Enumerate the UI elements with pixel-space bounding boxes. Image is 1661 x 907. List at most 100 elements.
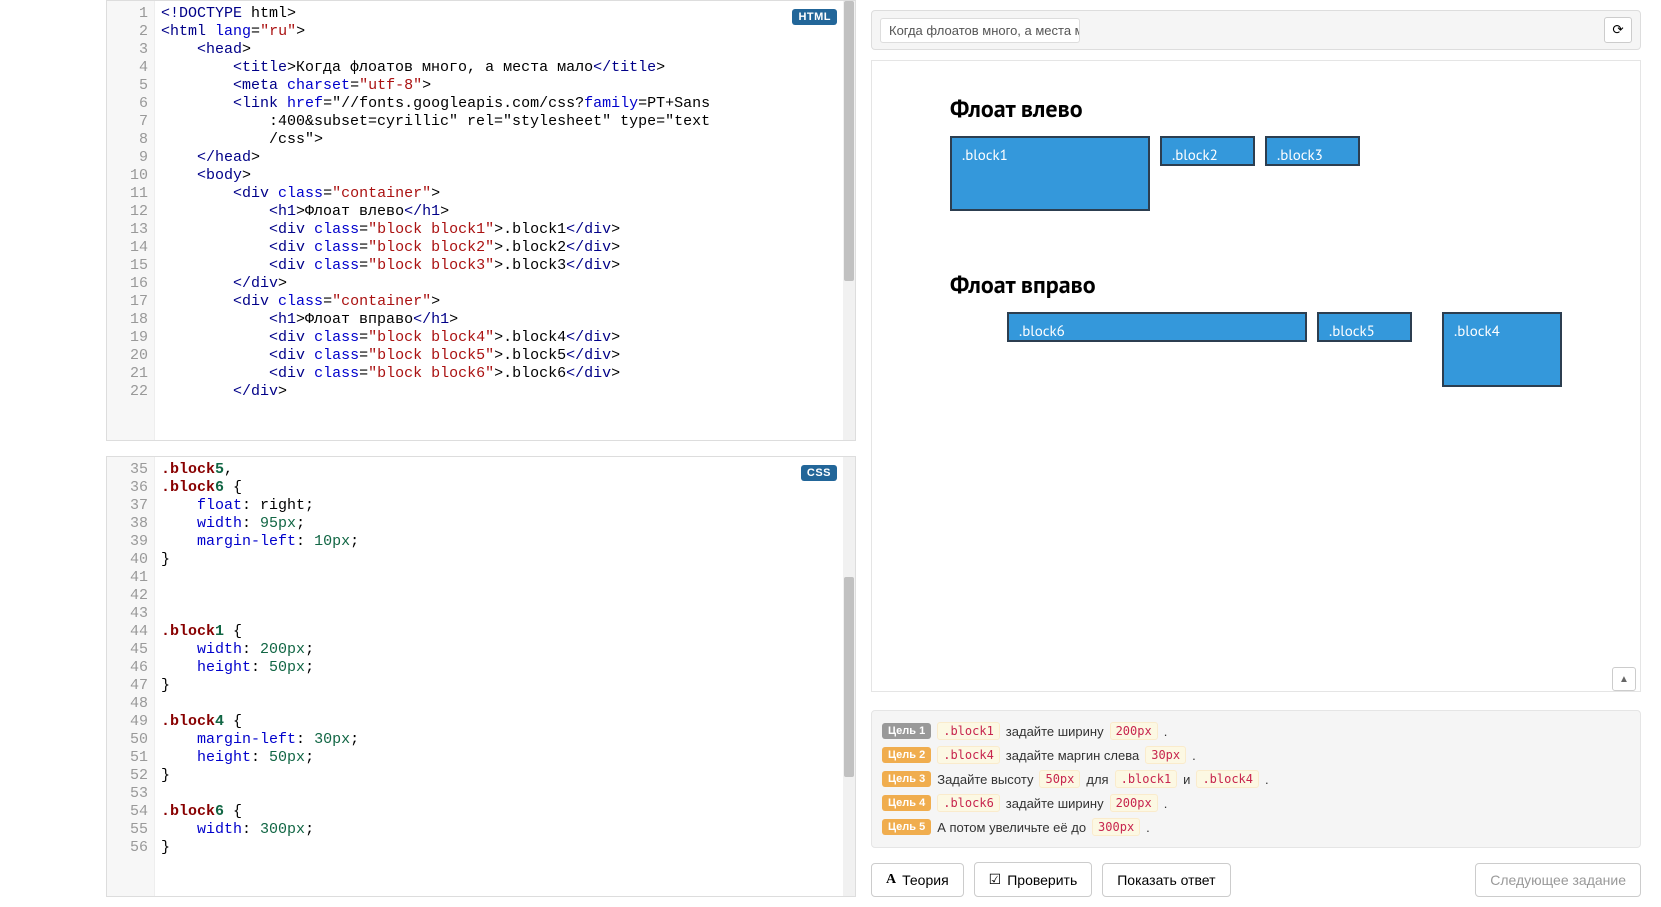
code-line[interactable]: <head> xyxy=(161,41,849,59)
code-line[interactable]: .block1 { xyxy=(161,623,849,641)
code-line[interactable]: :400&subset=cyrillic" rel="stylesheet" t… xyxy=(161,113,849,131)
html-editor[interactable]: HTML 12345678910111213141516171819202122… xyxy=(106,0,856,441)
css-editor[interactable]: CSS 353637383940414243444546474849505152… xyxy=(106,456,856,897)
goal-badge: Цель 2 xyxy=(882,747,931,763)
goal-row: Цель 4.block6 задайте ширину 200px. xyxy=(882,791,1630,815)
code-line[interactable]: </head> xyxy=(161,149,849,167)
code-line[interactable]: <div class="block block1">.block1</div> xyxy=(161,221,849,239)
preview-container: Флоат вправо.block4.block5.block6 xyxy=(932,257,1580,413)
code-line[interactable]: width: 300px; xyxy=(161,821,849,839)
code-pill: 200px xyxy=(1110,794,1158,812)
code-line[interactable]: </div> xyxy=(161,383,849,401)
goal-text: . xyxy=(1192,748,1196,763)
preview-pane: Флоат влево.block1.block2.block3 Флоат вп… xyxy=(871,60,1641,692)
goal-badge: Цель 1 xyxy=(882,723,931,739)
code-line[interactable]: height: 50px; xyxy=(161,749,849,767)
goal-text: задайте ширину xyxy=(1006,796,1104,811)
show-answer-label: Показать ответ xyxy=(1117,872,1215,888)
goal-text: Задайте высоту xyxy=(937,772,1033,787)
footer-toolbar: A Теория ☑ Проверить Показать ответ След… xyxy=(871,862,1641,897)
code-pill: 200px xyxy=(1110,722,1158,740)
preview-block: .block1 xyxy=(950,136,1150,211)
code-line[interactable]: <h1>Флоат вправо</h1> xyxy=(161,311,849,329)
preview-block: .block3 xyxy=(1265,136,1360,166)
code-line[interactable]: float: right; xyxy=(161,497,849,515)
code-line[interactable] xyxy=(161,695,849,713)
goal-badge: Цель 3 xyxy=(882,771,931,787)
code-line[interactable]: <div class="container"> xyxy=(161,185,849,203)
css-gutter: 3536373839404142434445464748495051525354… xyxy=(107,457,155,896)
code-line[interactable]: .block4 { xyxy=(161,713,849,731)
code-line[interactable] xyxy=(161,569,849,587)
goal-row: Цель 5 А потом увеличьте её до 300px. xyxy=(882,815,1630,839)
goal-row: Цель 2 .block4 задайте маргин слева 30px. xyxy=(882,743,1630,767)
code-line[interactable]: <link href="//fonts.googleapis.com/css?f… xyxy=(161,95,849,113)
font-icon: A xyxy=(886,872,896,888)
code-line[interactable]: <html lang="ru"> xyxy=(161,23,849,41)
code-line[interactable]: <div class="container"> xyxy=(161,293,849,311)
code-line[interactable]: } xyxy=(161,767,849,785)
code-line[interactable]: margin-left: 30px; xyxy=(161,731,849,749)
show-answer-button[interactable]: Показать ответ xyxy=(1102,863,1230,897)
code-line[interactable]: <div class="block block2">.block2</div> xyxy=(161,239,849,257)
scrollbar[interactable] xyxy=(843,1,855,440)
check-label: Проверить xyxy=(1007,872,1077,888)
goals-panel: Цель 1.block1 задайте ширину 200px.Цель … xyxy=(871,710,1641,848)
code-pill: .block4 xyxy=(937,746,1000,764)
code-line[interactable]: <div class="block block5">.block5</div> xyxy=(161,347,849,365)
code-line[interactable]: width: 95px; xyxy=(161,515,849,533)
code-line[interactable]: height: 50px; xyxy=(161,659,849,677)
css-code[interactable]: .block5,.block6 { float: right; width: 9… xyxy=(155,457,855,896)
code-line[interactable]: .block5, xyxy=(161,461,849,479)
html-badge: HTML xyxy=(792,9,837,25)
code-pill: 30px xyxy=(1145,746,1186,764)
code-line[interactable]: } xyxy=(161,677,849,695)
code-line[interactable]: <div class="block block4">.block4</div> xyxy=(161,329,849,347)
goal-row: Цель 1.block1 задайте ширину 200px. xyxy=(882,719,1630,743)
code-line[interactable]: <title>Когда флоатов много, а места мало… xyxy=(161,59,849,77)
css-badge: CSS xyxy=(801,465,837,481)
code-line[interactable]: <div class="block block3">.block3</div> xyxy=(161,257,849,275)
refresh-button[interactable]: ⟳ xyxy=(1604,17,1632,43)
goal-text: задайте маргин слева xyxy=(1006,748,1139,763)
goal-text: А потом увеличьте её до xyxy=(937,820,1086,835)
code-line[interactable]: } xyxy=(161,839,849,857)
preview-heading: Флоат вправо xyxy=(950,269,1562,300)
code-line[interactable]: margin-left: 10px; xyxy=(161,533,849,551)
code-line[interactable]: <body> xyxy=(161,167,849,185)
refresh-icon: ⟳ xyxy=(1612,22,1623,38)
code-line[interactable]: <!DOCTYPE html> xyxy=(161,5,849,23)
scrollbar[interactable] xyxy=(843,457,855,896)
goal-badge: Цель 5 xyxy=(882,819,931,835)
preview-block: .block4 xyxy=(1442,312,1562,387)
goal-text: . xyxy=(1146,820,1150,835)
code-line[interactable]: .block6 { xyxy=(161,479,849,497)
goal-badge: Цель 4 xyxy=(882,795,931,811)
code-line[interactable]: } xyxy=(161,551,849,569)
html-gutter: 12345678910111213141516171819202122 xyxy=(107,1,155,440)
code-pill: 300px xyxy=(1092,818,1140,836)
code-line[interactable]: .block6 { xyxy=(161,803,849,821)
goal-text: . xyxy=(1265,772,1269,787)
code-line[interactable]: /css"> xyxy=(161,131,849,149)
preview-toolbar: Когда флоатов много, а места мал ⟳ xyxy=(871,10,1641,50)
code-line[interactable]: <meta charset="utf-8"> xyxy=(161,77,849,95)
check-button[interactable]: ☑ Проверить xyxy=(974,862,1093,897)
chevron-up-icon: ▲ xyxy=(1619,674,1629,685)
theory-label: Теория xyxy=(902,872,949,888)
code-line[interactable]: <div class="block block6">.block6</div> xyxy=(161,365,849,383)
goal-text: . xyxy=(1164,796,1168,811)
code-pill: 50px xyxy=(1039,770,1080,788)
code-line[interactable]: width: 200px; xyxy=(161,641,849,659)
code-line[interactable] xyxy=(161,785,849,803)
code-line[interactable]: <h1>Флоат влево</h1> xyxy=(161,203,849,221)
html-code[interactable]: <!DOCTYPE html><html lang="ru"> <head> <… xyxy=(155,1,855,440)
preview-container: Флоат влево.block1.block2.block3 xyxy=(932,81,1580,237)
next-task-button[interactable]: Следующее задание xyxy=(1475,863,1641,897)
code-line[interactable] xyxy=(161,587,849,605)
code-line[interactable]: </div> xyxy=(161,275,849,293)
code-line[interactable] xyxy=(161,605,849,623)
theory-button[interactable]: A Теория xyxy=(871,863,964,897)
collapse-goals-button[interactable]: ▲ xyxy=(1612,667,1636,691)
goal-text: для xyxy=(1086,772,1108,787)
